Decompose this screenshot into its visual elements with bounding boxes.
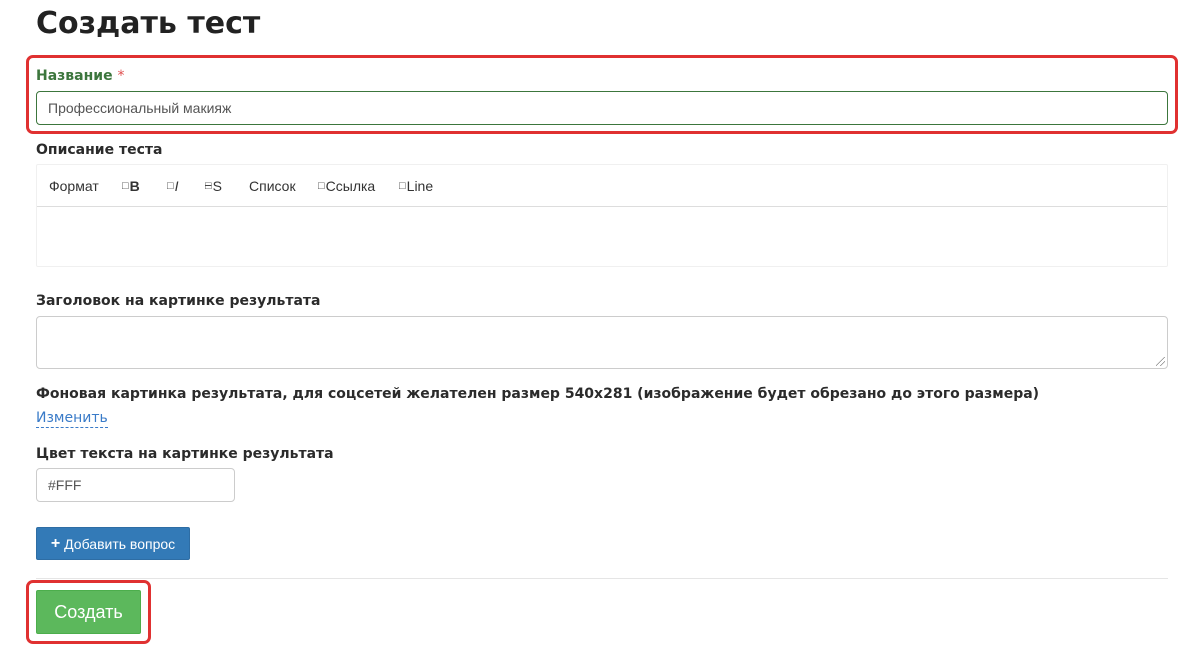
divider xyxy=(36,578,1168,579)
strike-label: S xyxy=(212,177,222,194)
change-background-link[interactable]: Изменить xyxy=(36,409,108,428)
list-label: Список xyxy=(249,177,296,194)
line-icon: □ xyxy=(399,179,406,192)
line-label: Line xyxy=(406,177,434,194)
list-button[interactable]: Список xyxy=(249,165,296,206)
add-question-button[interactable]: + Добавить вопрос xyxy=(36,527,190,560)
bold-button[interactable]: □ B xyxy=(122,165,140,206)
strike-icon: □ xyxy=(205,179,212,192)
italic-icon: □ xyxy=(167,179,174,192)
bold-icon: □ xyxy=(122,179,129,192)
text-color-label: Цвет текста на картинке результата xyxy=(36,446,334,462)
plus-icon: + xyxy=(50,534,61,552)
editor-content-area[interactable] xyxy=(37,207,1167,266)
format-label: Формат xyxy=(49,177,99,194)
link-icon: □ xyxy=(318,179,325,192)
page-title: Создать тест xyxy=(36,6,261,41)
link-button[interactable]: □ Ссылка xyxy=(318,165,375,206)
text-color-input[interactable]: #FFF xyxy=(36,468,235,502)
italic-label: I xyxy=(174,177,179,194)
result-heading-textarea[interactable] xyxy=(36,316,1168,369)
description-label: Описание теста xyxy=(36,142,163,158)
add-question-label: Добавить вопрос xyxy=(64,535,176,552)
text-color-value: #FFF xyxy=(48,477,82,493)
result-background-label: Фоновая картинка результата, для соцсете… xyxy=(36,386,1040,402)
result-heading-label: Заголовок на картинке результата xyxy=(36,293,321,309)
create-label: Создать xyxy=(54,601,123,622)
required-mark: * xyxy=(117,68,125,84)
link-label: Ссылка xyxy=(325,177,376,194)
format-button[interactable]: Формат xyxy=(49,165,99,206)
description-editor: Формат □ B □ I □ S Список □ Ссылка □ Lin… xyxy=(36,164,1168,267)
name-label: Название * xyxy=(36,67,124,85)
name-label-text: Название xyxy=(36,68,113,84)
italic-button[interactable]: □ I xyxy=(167,165,179,206)
name-input[interactable]: Профессиональный макияж xyxy=(36,91,1168,125)
line-button[interactable]: □ Line xyxy=(399,165,433,206)
resize-grip-icon[interactable] xyxy=(1156,357,1165,366)
create-button[interactable]: Создать xyxy=(36,590,141,634)
strike-button[interactable]: □ S xyxy=(205,165,222,206)
bold-label: B xyxy=(129,177,140,194)
name-input-value: Профессиональный макияж xyxy=(48,100,232,116)
editor-toolbar: Формат □ B □ I □ S Список □ Ссылка □ Lin… xyxy=(37,165,1167,207)
